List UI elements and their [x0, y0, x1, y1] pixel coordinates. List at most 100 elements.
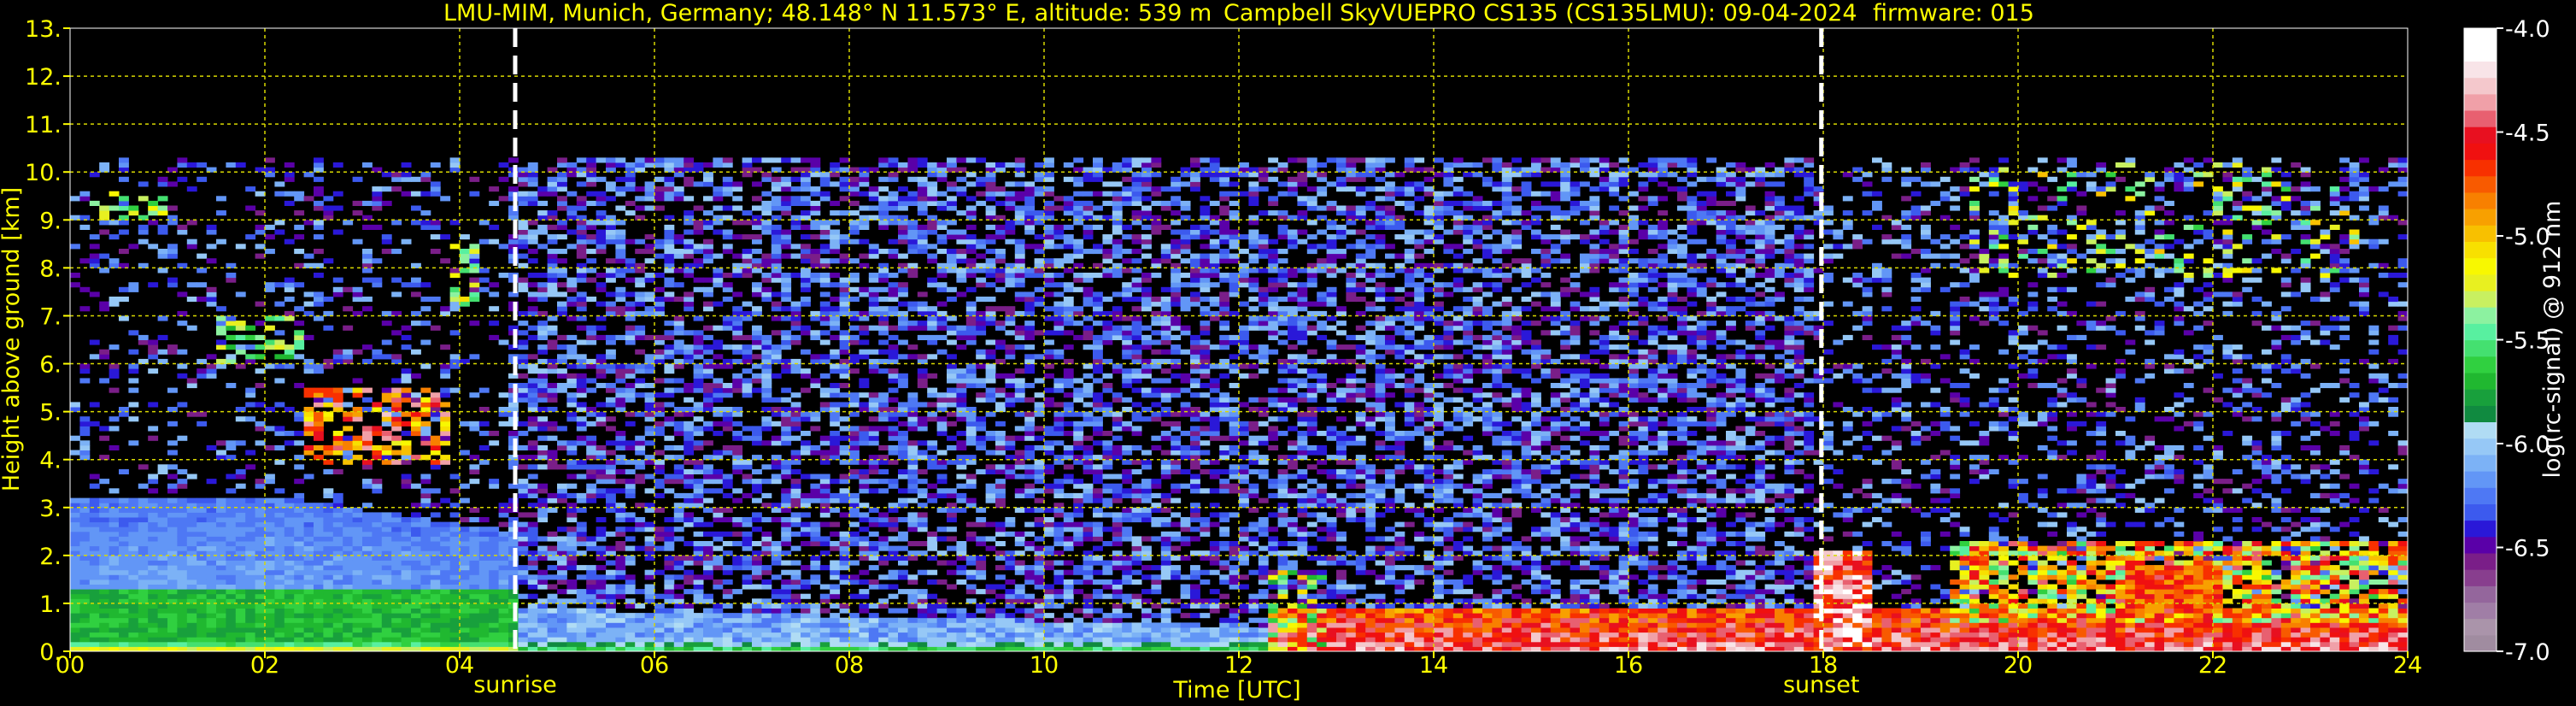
heatmap-cell [722, 479, 733, 485]
heatmap-cell [167, 617, 178, 623]
heatmap-cell [654, 492, 665, 498]
heatmap-cell [936, 273, 948, 279]
heatmap-cell [839, 181, 850, 187]
heatmap-cell [907, 273, 918, 279]
heatmap-cell [332, 507, 343, 513]
heatmap-cell [761, 622, 772, 628]
heatmap-cell [303, 220, 314, 226]
heatmap-cell [148, 541, 159, 547]
heatmap-cell [274, 579, 285, 585]
heatmap-cell [401, 334, 412, 340]
heatmap-cell [469, 565, 480, 571]
heatmap-cell [99, 613, 110, 619]
heatmap-cell [235, 291, 246, 297]
heatmap-cell [420, 435, 431, 441]
heatmap-cell [206, 641, 217, 647]
heatmap-cell [810, 249, 821, 255]
heatmap-cell [440, 613, 451, 619]
heatmap-cell [157, 584, 168, 590]
heatmap-cell [460, 421, 470, 427]
heatmap-cell [186, 186, 197, 192]
heatmap-cell [781, 416, 792, 422]
heatmap-cell [801, 416, 811, 422]
heatmap-cell [274, 512, 285, 518]
heatmap-cell [352, 444, 363, 450]
heatmap-cell [362, 426, 373, 432]
heatmap-cell [391, 536, 402, 542]
heatmap-cell [547, 238, 558, 244]
heatmap-cell [781, 435, 792, 441]
heatmap-cell [157, 637, 168, 643]
heatmap-cell [206, 527, 217, 532]
heatmap-cell [849, 450, 860, 456]
heatmap-cell [781, 238, 792, 244]
heatmap-cell [819, 373, 830, 379]
heatmap-cell [839, 435, 850, 441]
heatmap-cell [109, 627, 120, 633]
heatmap-cell [693, 330, 704, 336]
heatmap-cell [781, 627, 792, 633]
heatmap-cell [314, 555, 324, 561]
heatmap-cell [586, 483, 597, 489]
heatmap-cell [216, 344, 226, 350]
heatmap-cell [177, 637, 188, 643]
heatmap-cell [518, 483, 529, 489]
heatmap-cell [606, 238, 616, 244]
heatmap-cell [606, 416, 616, 422]
heatmap-cell [314, 574, 324, 580]
heatmap-cell [586, 339, 597, 345]
heatmap-cell [391, 608, 402, 614]
heatmap-cell [917, 488, 928, 494]
heatmap-cell [907, 488, 918, 494]
heatmap-cell [79, 444, 91, 450]
heatmap-cell [216, 637, 226, 643]
heatmap-cell [907, 426, 918, 432]
heatmap-cell [576, 565, 587, 571]
heatmap-cell [216, 565, 226, 571]
heatmap-cell [186, 325, 197, 331]
heatmap-cell [411, 521, 421, 527]
heatmap-cell [830, 421, 841, 427]
heatmap-cell [537, 291, 549, 297]
heatmap-cell [469, 253, 480, 259]
heatmap-cell [449, 162, 461, 168]
heatmap-cell [314, 637, 324, 643]
heatmap-cell [537, 555, 549, 561]
heatmap-cell [684, 354, 695, 360]
heatmap-cell [420, 402, 431, 408]
heatmap-cell [878, 545, 889, 551]
heatmap-cell [119, 617, 129, 623]
heatmap-cell [625, 383, 636, 389]
heatmap-cell [478, 459, 490, 465]
heatmap-cell [547, 435, 558, 441]
heatmap-cell [401, 608, 412, 614]
heatmap-cell [684, 349, 695, 355]
heatmap-cell [586, 297, 597, 303]
heatmap-cell [839, 238, 850, 244]
heatmap-cell [547, 622, 558, 628]
heatmap-cell [703, 617, 713, 623]
heatmap-cell [391, 632, 402, 638]
heatmap-cell [819, 315, 830, 321]
heatmap-cell [226, 613, 237, 619]
heatmap-cell [732, 349, 743, 355]
heatmap-cell [489, 593, 500, 599]
heatmap-cell [420, 527, 431, 532]
heatmap-cell [615, 220, 626, 226]
heatmap-cell [927, 579, 938, 585]
heatmap-cell [527, 474, 538, 479]
heatmap-cell [157, 579, 168, 585]
heatmap-cell [742, 637, 753, 643]
heatmap-cell [576, 426, 587, 432]
heatmap-cell [839, 277, 850, 283]
heatmap-cell [547, 459, 558, 465]
heatmap-cell [362, 512, 373, 518]
heatmap-cell [245, 560, 256, 566]
heatmap-cell [478, 617, 490, 623]
heatmap-cell [235, 637, 246, 643]
heatmap-cell [693, 574, 704, 580]
heatmap-cell [323, 584, 334, 590]
heatmap-cell [303, 579, 314, 585]
heatmap-cell [801, 521, 811, 527]
heatmap-cell [771, 244, 782, 250]
